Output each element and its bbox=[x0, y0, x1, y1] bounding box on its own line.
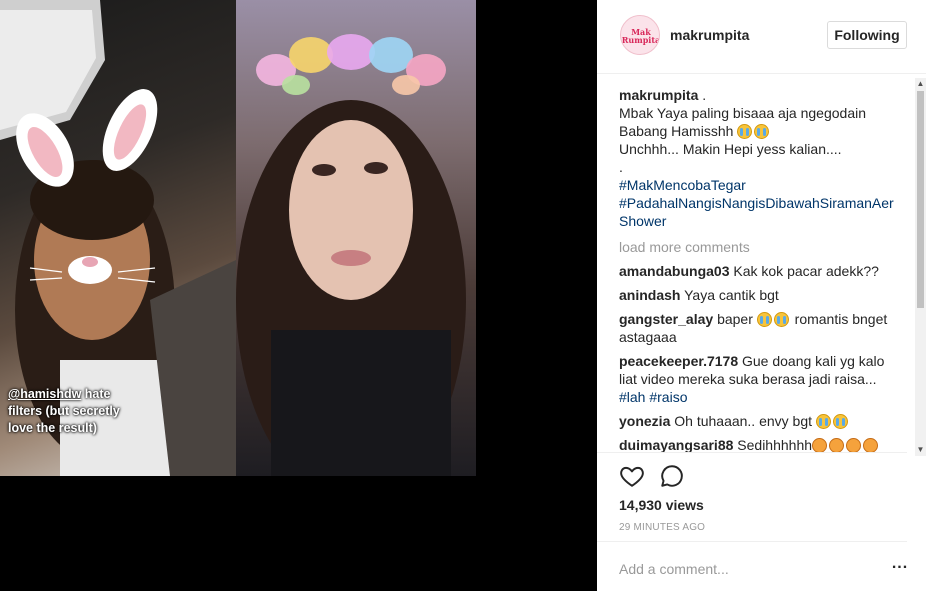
avatar-logo-text: Mak Rumpita bbox=[621, 27, 660, 45]
comment-item: duimayangsari88 Sedihhhhhh bbox=[619, 436, 899, 452]
more-options-button[interactable]: ... bbox=[889, 556, 911, 576]
avatar[interactable]: Mak Rumpita bbox=[620, 15, 660, 55]
comment-bubble-icon[interactable] bbox=[659, 463, 685, 489]
video-caption-overlay: @hamishdw hate filters (but secretly lov… bbox=[8, 386, 132, 437]
crying-laughing-emoji-icon bbox=[756, 312, 772, 327]
angry-face-emoji-icon bbox=[829, 438, 845, 452]
caption-username[interactable]: makrumpita bbox=[619, 87, 698, 103]
add-comment-bar: ... bbox=[597, 541, 907, 591]
angry-face-emoji-icon bbox=[812, 438, 828, 452]
video-right-panel bbox=[236, 0, 476, 476]
comment-username[interactable]: amandabunga03 bbox=[619, 263, 729, 279]
caption-line: Unchhh... Makin Hepi yess kalian.... bbox=[619, 141, 842, 157]
comment-item: anindash Yaya cantik bgt bbox=[619, 286, 899, 304]
right-scene-illustration bbox=[236, 34, 466, 476]
caption-line-text: Babang Hamisshh bbox=[619, 123, 734, 139]
chevron-down-icon[interactable]: ▼ bbox=[915, 444, 926, 456]
post-header: Mak Rumpita makrumpita Following bbox=[597, 0, 926, 74]
comment-item: yonezia Oh tuhaaan.. envy bgt bbox=[619, 412, 899, 430]
view-count[interactable]: 14,930 views bbox=[619, 497, 704, 513]
comments-scrollbar[interactable]: ▲ ▼ bbox=[915, 78, 926, 456]
caption-hashtag[interactable]: Shower bbox=[619, 212, 899, 230]
post-actions: 14,930 views 29 MINUTES AGO bbox=[597, 452, 907, 542]
post-media[interactable]: @hamishdw hate filters (but secretly lov… bbox=[0, 0, 597, 591]
comment-username[interactable]: yonezia bbox=[619, 413, 670, 429]
caption-line: Babang Hamisshh bbox=[619, 122, 899, 140]
caption-hashtag[interactable]: #MakMencobaTegar bbox=[619, 176, 899, 194]
comment-item: amandabunga03 Kak kok pacar adekk?? bbox=[619, 262, 899, 280]
post-side-panel: Mak Rumpita makrumpita Following makrump… bbox=[597, 0, 926, 591]
comment-item: gangster_alay baper romantis bnget astag… bbox=[619, 310, 899, 346]
following-button[interactable]: Following bbox=[827, 21, 907, 49]
scrollbar-thumb[interactable] bbox=[917, 91, 924, 308]
comment-username[interactable]: anindash bbox=[619, 287, 680, 303]
angry-face-emoji-icon bbox=[863, 438, 879, 452]
comment-text: Oh tuhaaan.. envy bgt bbox=[674, 413, 813, 429]
video-left-panel: @hamishdw hate filters (but secretly lov… bbox=[0, 0, 236, 476]
load-more-comments-link[interactable]: load more comments bbox=[619, 238, 899, 256]
comment-hashtag[interactable]: #raiso bbox=[649, 389, 687, 405]
crying-laughing-emoji-icon bbox=[737, 124, 753, 139]
comment-username[interactable]: duimayangsari88 bbox=[619, 437, 733, 452]
caption-line: Mbak Yaya paling bisaaa aja ngegodain bbox=[619, 105, 867, 121]
comment-text: baper bbox=[717, 311, 753, 327]
caption-suffix: . bbox=[698, 87, 707, 103]
comment-username[interactable]: gangster_alay bbox=[619, 311, 713, 327]
crying-laughing-emoji-icon bbox=[773, 312, 789, 327]
header-username[interactable]: makrumpita bbox=[670, 27, 749, 43]
caption: makrumpita . Mbak Yaya paling bisaaa aja… bbox=[619, 86, 899, 230]
comment-text: Yaya cantik bgt bbox=[684, 287, 779, 303]
comment-text: Kak kok pacar adekk?? bbox=[733, 263, 879, 279]
comment-text: Sedihhhhhh bbox=[737, 437, 813, 452]
comments-list[interactable]: makrumpita . Mbak Yaya paling bisaaa aja… bbox=[619, 86, 899, 452]
chevron-up-icon[interactable]: ▲ bbox=[915, 78, 926, 90]
crying-laughing-emoji-icon bbox=[754, 124, 770, 139]
comment-item: peacekeeper.7178 Gue doang kali yg kalo … bbox=[619, 352, 899, 406]
heart-icon[interactable] bbox=[619, 463, 645, 489]
caption-hashtag[interactable]: #PadahalNangisNangisDibawahSiramanAer bbox=[619, 194, 899, 212]
angry-face-emoji-icon bbox=[846, 438, 862, 452]
comment-hashtag[interactable]: #lah bbox=[619, 389, 645, 405]
crying-emoji-icon bbox=[832, 414, 848, 429]
crying-emoji-icon bbox=[815, 414, 831, 429]
post-timestamp[interactable]: 29 MINUTES AGO bbox=[619, 522, 705, 533]
overlay-handle: @hamishdw bbox=[8, 387, 82, 401]
comment-input[interactable] bbox=[619, 558, 859, 580]
comment-username[interactable]: peacekeeper.7178 bbox=[619, 353, 738, 369]
caption-line: . bbox=[619, 159, 623, 175]
